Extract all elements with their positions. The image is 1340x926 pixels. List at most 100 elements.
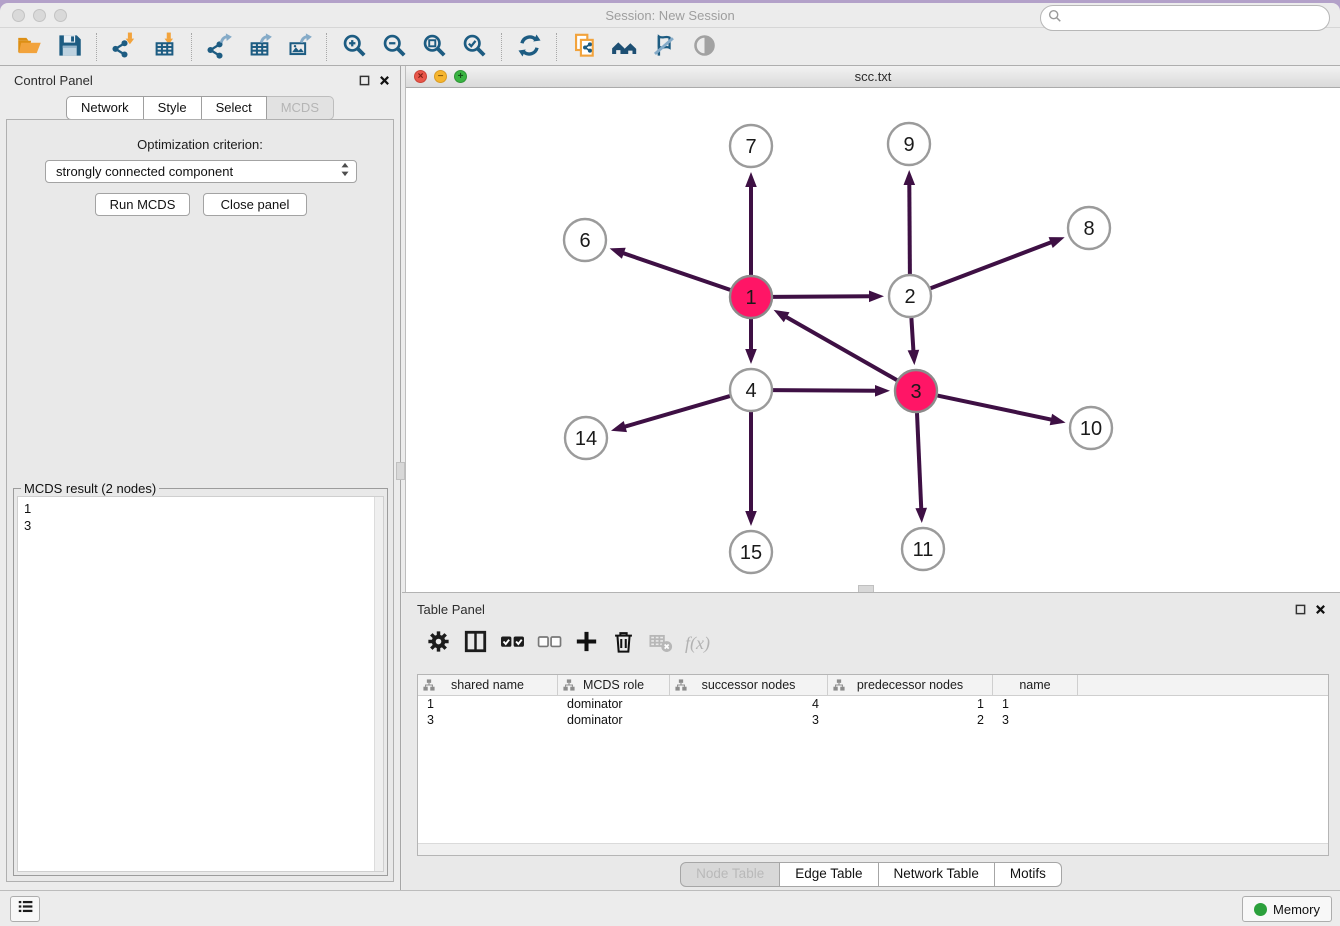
close-table-panel-icon[interactable] [1315,602,1326,620]
tab-node-table[interactable]: Node Table [680,862,780,887]
cell[interactable]: 1 [993,696,1078,712]
graph-node-label-7: 7 [745,136,756,158]
result-scrollbar[interactable] [374,497,383,871]
graph-edge-2-9[interactable] [909,183,910,274]
graph-edge-3-1[interactable] [785,316,897,380]
cell[interactable]: 3 [993,712,1078,728]
tab-style[interactable]: Style [144,96,202,120]
tab-network-table[interactable]: Network Table [879,862,995,887]
export-image-button[interactable] [285,32,313,62]
graph-edge-arrowhead [1049,237,1065,248]
table-row-2[interactable]: 3dominator323 [418,712,1328,728]
cell[interactable]: 1 [418,696,558,712]
criterion-dropdown[interactable]: strongly connected component [45,160,357,183]
search-box[interactable] [1040,5,1330,31]
tab-network[interactable]: Network [66,96,144,120]
graph-edge-arrowhead [745,511,757,526]
table-settings-button[interactable] [425,629,452,657]
mcds-result-textarea[interactable]: 13 [17,496,384,872]
cell[interactable]: 4 [670,696,828,712]
cell[interactable]: dominator [558,696,670,712]
column-header-predecessor-nodes[interactable]: predecessor nodes [828,675,993,695]
graph-edge-1-6[interactable] [622,253,730,290]
graph-edge-arrowhead [745,349,757,364]
cell[interactable]: 1 [828,696,993,712]
delete-column-button[interactable] [610,629,637,657]
task-history-button[interactable] [10,896,40,922]
column-header-successor-nodes[interactable]: successor nodes [670,675,828,695]
zoom-out-button[interactable] [380,32,408,62]
hide-selected-button[interactable] [650,32,678,62]
tab-edge-table[interactable]: Edge Table [780,862,878,887]
status-bar: Memory [0,890,1340,926]
export-image-icon [286,32,313,62]
zoom-selected-icon [461,32,488,62]
first-neighbors-of-selected-button[interactable] [610,32,638,62]
table-row-1[interactable]: 1dominator411 [418,696,1328,712]
cell[interactable]: 3 [418,712,558,728]
close-panel-icon[interactable] [379,73,390,91]
tab-motifs[interactable]: Motifs [995,862,1062,887]
float-panel-icon[interactable] [359,73,370,91]
table-panel-title: Table Panel [417,602,485,617]
graph-edge-arrowhead [610,248,626,259]
export-network-icon [206,32,233,62]
open-session-button[interactable] [15,32,43,62]
network-view-window: × − + scc.txt 7968124314101511 [405,66,1340,592]
tab-select[interactable]: Select [202,96,267,120]
new-network-icon [571,32,598,62]
cell[interactable]: 3 [670,712,828,728]
graph-edge-3-10[interactable] [938,396,1053,420]
create-column-button[interactable] [573,629,600,657]
network-window-titlebar: × − + scc.txt [406,66,1340,88]
network-canvas[interactable]: 7968124314101511 [406,88,1340,592]
network-window-title: scc.txt [406,69,1340,84]
table-horizontal-scrollbar[interactable] [418,843,1328,855]
graph-node-label-1: 1 [745,287,756,309]
column-type-icon [563,679,575,694]
graph-node-label-11: 11 [913,539,934,561]
column-layout-button[interactable] [462,629,489,657]
zoom-selected-region-button[interactable] [460,32,488,62]
import-network-from-file-button[interactable] [110,32,138,62]
graph-edge-2-8[interactable] [931,242,1053,288]
graph-edge-2-3[interactable] [911,318,913,352]
memory-button[interactable]: Memory [1242,896,1332,922]
graph-edge-1-2[interactable] [773,296,871,297]
graph-node-label-8: 8 [1083,218,1094,240]
close-panel-button[interactable]: Close panel [203,193,307,216]
vertical-splitter-handle[interactable] [396,462,405,480]
save-session-button[interactable] [55,32,83,62]
new-network-from-selection-button[interactable] [570,32,598,62]
table-header-row: shared nameMCDS rolesuccessor nodesprede… [418,675,1328,696]
column-header-name[interactable]: name [993,675,1078,695]
graph-node-label-10: 10 [1080,418,1102,440]
graph-edge-4-3[interactable] [773,390,877,391]
zoom-in-button[interactable] [340,32,368,62]
search-input[interactable] [1066,11,1329,26]
column-header-shared-name[interactable]: shared name [418,675,558,695]
show-all-button [690,32,718,62]
graph-edge-arrowhead [915,508,927,523]
graph-edge-4-14[interactable] [623,396,730,427]
zoom-fit-content-button[interactable] [420,32,448,62]
tab-mcds[interactable]: MCDS [267,96,334,120]
mcds-result-group: MCDS result (2 nodes) 13 [13,488,388,876]
export-network-button[interactable] [205,32,233,62]
run-mcds-button[interactable]: Run MCDS [95,193,190,216]
fx-icon: f(x) [685,633,710,654]
apply-preferred-layout-button[interactable] [515,32,543,62]
export-table-button[interactable] [245,32,273,62]
float-table-panel-icon[interactable] [1295,602,1306,620]
cell[interactable]: dominator [558,712,670,728]
main-toolbar [0,28,1340,66]
import-table-from-file-button[interactable] [150,32,178,62]
graph-edge-arrowhead [869,291,884,303]
column-header-label: name [1019,678,1050,692]
graph-edge-3-11[interactable] [917,413,921,510]
mcds-result-line: 1 [24,500,377,517]
deselect-all-rows-button[interactable] [536,629,563,657]
column-header-MCDS-role[interactable]: MCDS role [558,675,670,695]
cell[interactable]: 2 [828,712,993,728]
select-all-rows-button[interactable] [499,629,526,657]
